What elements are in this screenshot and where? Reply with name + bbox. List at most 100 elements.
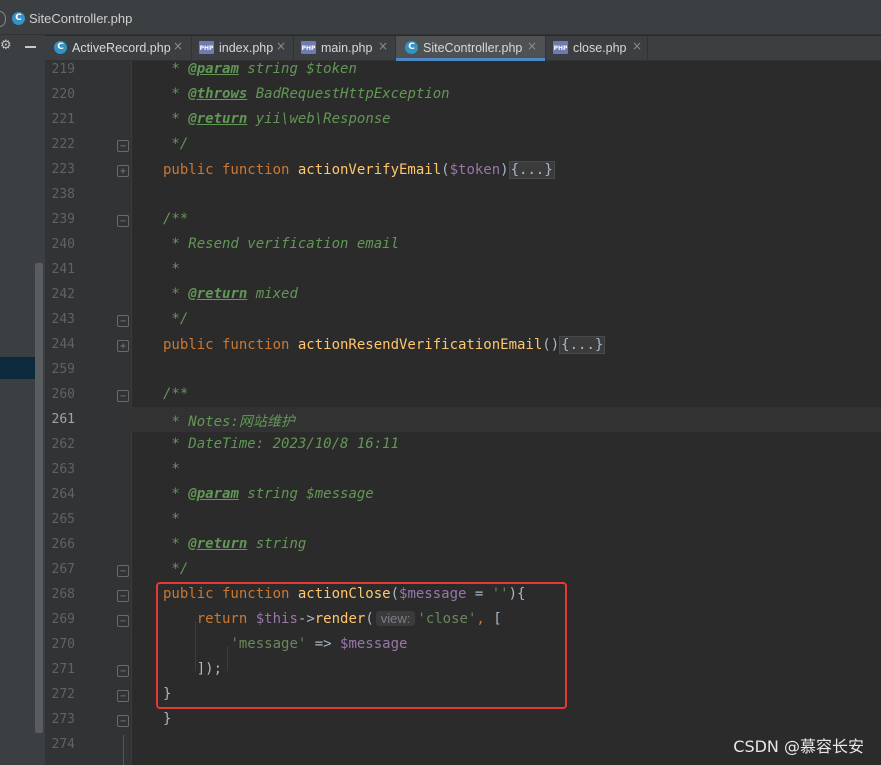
code-token: /** [163, 386, 189, 402]
tab-sitecontroller-php[interactable]: C SiteController.php × [396, 36, 546, 61]
code-text: /** [163, 211, 188, 227]
code-token: public function [163, 337, 298, 353]
code-line[interactable]: 238 [0, 184, 881, 209]
close-icon[interactable]: × [632, 39, 642, 53]
code-line[interactable]: 240 * Resend verification email [0, 234, 881, 259]
line-number: 273 [51, 712, 75, 727]
code-text: * @return yii\web\Response [163, 111, 390, 127]
close-icon[interactable]: × [276, 39, 286, 53]
code-line[interactable]: 221 * @return yii\web\Response [0, 109, 881, 134]
fold-expand-icon[interactable]: + [117, 340, 129, 352]
code-token: * [163, 286, 189, 302]
code-line[interactable]: 263 * [0, 459, 881, 484]
code-token: * Notes:网站维护 [163, 414, 295, 430]
line-number: 266 [51, 537, 75, 552]
code-line[interactable]: 262 * DateTime: 2023/10/8 16:11 [0, 434, 881, 459]
line-number: 270 [51, 637, 75, 652]
code-token: @param [188, 486, 239, 502]
code-token: $token [449, 162, 501, 178]
code-token: */ [163, 136, 189, 152]
fold-end-icon[interactable]: − [117, 715, 129, 727]
code-line[interactable]: 243 − */ [0, 309, 881, 334]
line-number: 223 [51, 162, 75, 177]
code-token: string [247, 536, 307, 552]
folded-code-placeholder[interactable]: {...} [508, 161, 555, 179]
code-text: */ [163, 136, 188, 152]
fold-end-icon[interactable]: − [117, 315, 129, 327]
fold-end-icon[interactable]: − [117, 690, 129, 702]
code-token: * [163, 511, 180, 527]
fold-end-icon[interactable]: − [117, 665, 129, 677]
code-token: ( [441, 162, 450, 178]
fold-collapse-icon[interactable]: − [117, 615, 129, 627]
tab-index-php[interactable]: PHP index.php × [192, 36, 294, 61]
code-line[interactable]: 260 − /** [0, 384, 881, 409]
code-text: * @param string $token [163, 61, 356, 77]
code-line[interactable]: 266 * @return string [0, 534, 881, 559]
fold-collapse-icon[interactable]: − [117, 215, 129, 227]
code-token: actionResendVerificationEmail [297, 337, 543, 353]
navigation-edge-icon[interactable] [0, 11, 6, 27]
code-line[interactable]: 267 − */ [0, 559, 881, 584]
folded-code-placeholder[interactable]: {...} [559, 336, 606, 354]
tab-label: ActiveRecord.php [72, 41, 171, 55]
code-text: * [163, 261, 179, 277]
code-text: } [163, 711, 171, 727]
code-line[interactable]: 222 − */ [0, 134, 881, 159]
gear-icon[interactable]: ⚙ [0, 38, 12, 53]
class-icon: C [405, 41, 418, 54]
tab-label: close.php [573, 41, 627, 55]
fold-expand-icon[interactable]: + [117, 165, 129, 177]
close-icon[interactable]: × [378, 39, 388, 53]
code-token: * [163, 111, 189, 127]
tab-main-php[interactable]: PHP main.php × [294, 36, 396, 61]
code-line[interactable]: 264 * @param string $message [0, 484, 881, 509]
line-number: 242 [51, 287, 75, 302]
php-file-icon: PHP [199, 41, 214, 54]
fold-end-icon[interactable]: − [117, 565, 129, 577]
fold-guide [123, 735, 124, 765]
code-line[interactable]: 223 + public function actionVerifyEmail($t… [0, 159, 881, 184]
close-icon[interactable]: × [173, 39, 183, 53]
code-text: * @return mixed [163, 286, 298, 302]
line-number: 239 [51, 212, 75, 227]
code-token: */ [163, 561, 189, 577]
class-icon: C [54, 41, 67, 54]
code-token: /** [163, 211, 189, 227]
code-text: public function actionVerifyEmail($token… [163, 161, 555, 179]
editor-tab-bar: C ActiveRecord.php × PHP index.php × PHP main.p… [45, 36, 881, 61]
code-line[interactable]: 242 * @return mixed [0, 284, 881, 309]
code-token: @return [188, 111, 248, 127]
code-token: @return [188, 536, 248, 552]
code-token: * [163, 461, 180, 477]
code-line[interactable]: 220 * @throws BadRequestHttpException [0, 84, 881, 109]
tab-close-php[interactable]: PHP close.php × [546, 36, 648, 61]
code-token: * DateTime: 2023/10/8 16:11 [163, 436, 400, 452]
code-line[interactable]: 265 * [0, 509, 881, 534]
code-token: @throws [188, 86, 248, 102]
minimize-icon[interactable] [25, 46, 36, 48]
code-line[interactable]: 239 − /** [0, 209, 881, 234]
annotation-highlight-box [156, 582, 567, 709]
code-line[interactable]: 241 * [0, 259, 881, 284]
code-line[interactable]: 219 * @param string $token [0, 59, 881, 84]
tab-label: main.php [321, 41, 373, 55]
line-number: 221 [51, 112, 75, 127]
code-line[interactable]: 259 [0, 359, 881, 384]
code-token: * [163, 86, 189, 102]
code-token: mixed [247, 286, 298, 302]
code-line[interactable]: 261 * Notes:网站维护 [0, 409, 881, 434]
code-line[interactable]: 273 −} [0, 709, 881, 734]
code-token: actionVerifyEmail [297, 162, 442, 178]
window-title: SiteController.php [29, 11, 133, 26]
line-number: 241 [51, 262, 75, 277]
fold-collapse-icon[interactable]: − [117, 590, 129, 602]
code-line[interactable]: 244 + public function actionResendVerifica… [0, 334, 881, 359]
close-icon[interactable]: × [527, 39, 537, 53]
fold-collapse-icon[interactable]: − [117, 390, 129, 402]
line-number: 261 [51, 412, 75, 427]
code-token: BadRequestHttpException [247, 86, 450, 102]
fold-end-icon[interactable]: − [117, 140, 129, 152]
tab-activerecord-php[interactable]: C ActiveRecord.php × [45, 36, 192, 61]
line-number: 259 [51, 362, 75, 377]
